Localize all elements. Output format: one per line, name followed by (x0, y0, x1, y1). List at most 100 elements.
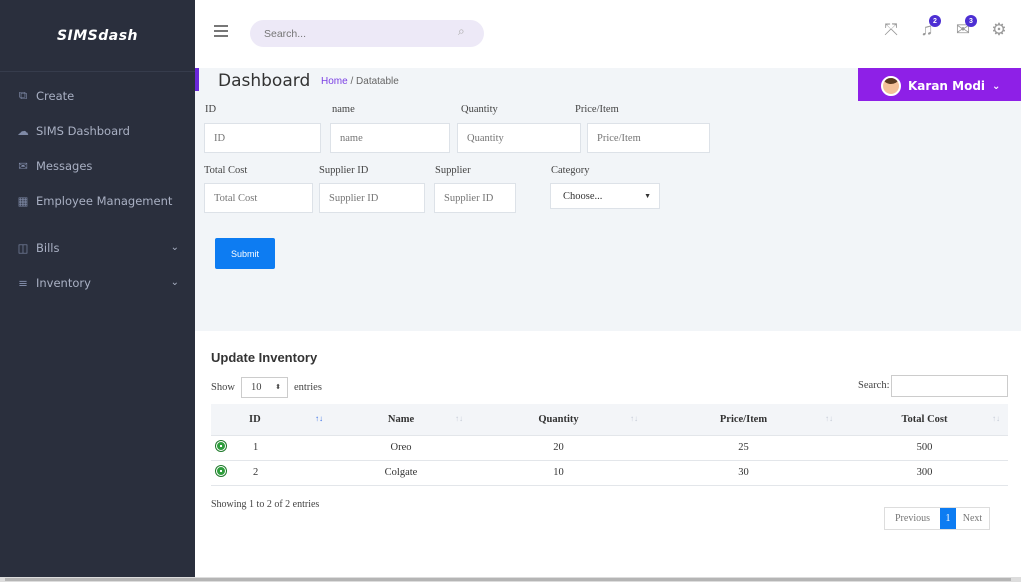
user-name: Karan Modi (908, 79, 986, 93)
sort-icon: ↑↓ (630, 414, 638, 423)
entries-length: Show 10 ⬍ entries (211, 377, 322, 398)
sort-icon: ↑↓ (992, 414, 1000, 423)
column-header-label: ID (249, 413, 261, 425)
submit-button[interactable]: Submit (215, 238, 275, 269)
user-menu[interactable]: Karan Modi ⌄ (858, 68, 1021, 104)
breadcrumb-home[interactable]: Home (321, 76, 348, 87)
entries-value: 10 (250, 382, 262, 393)
updown-arrow-icon: ⬍ (275, 383, 281, 391)
column-header-price[interactable]: Price/Item ↑↓ (646, 404, 841, 435)
table-info: Showing 1 to 2 of 2 entries (211, 499, 320, 510)
sidebar-item-inventory[interactable]: ≡ Inventory ⌄ (0, 265, 195, 300)
total-cost-label: Total Cost (204, 165, 248, 176)
search-icon[interactable]: ⌕ (458, 24, 465, 39)
column-header-name[interactable]: Name ↑↓ (331, 404, 471, 435)
chevron-down-icon: ⌄ (992, 80, 1001, 92)
top-header: ⌕ ⤧ ♫ 2 ✉ 3 ⚙ (195, 0, 1021, 68)
price-label: Price/Item (575, 104, 619, 115)
sidebar-item-label: Bills (36, 240, 60, 255)
table-header-row: ID ↑↓ Name ↑↓ Quantity ↑↓ Price/Item ↑↓ … (211, 404, 1008, 435)
avatar (881, 76, 901, 96)
mail-icon[interactable]: ✉ 3 (953, 15, 977, 41)
column-header-total-cost[interactable]: Total Cost ↑↓ (841, 404, 1008, 435)
cell-name: Oreo (331, 434, 471, 460)
sidebar-item-sims-dashboard[interactable]: ☁ SIMS Dashboard (0, 113, 195, 148)
brand-logo[interactable]: SIMSdash (0, 0, 195, 72)
sort-asc-icon: ↑↓ (315, 414, 323, 423)
pagination: Previous 1 Next (884, 507, 990, 530)
cell-quantity: 10 (471, 459, 646, 486)
price-field[interactable] (587, 123, 710, 153)
columns-icon: ◫ (17, 240, 29, 255)
column-header-id[interactable]: ID ↑↓ (231, 404, 331, 435)
previous-page-button[interactable]: Previous (885, 508, 940, 529)
table-row: 2 Colgate 10 30 300 (211, 459, 1008, 486)
quantity-label: Quantity (461, 104, 498, 115)
hamburger-menu-icon[interactable] (214, 25, 228, 37)
quantity-field[interactable] (457, 123, 581, 153)
table-search-input[interactable] (891, 375, 1008, 397)
category-select[interactable]: Choose... ▼ (550, 183, 660, 209)
total-cost-field[interactable] (204, 183, 313, 213)
supplier-id-label: Supplier ID (319, 165, 369, 176)
column-header-label: Name (387, 413, 415, 425)
sort-icon: ↑↓ (825, 414, 833, 423)
sidebar-item-bills[interactable]: ◫ Bills ⌄ (0, 230, 195, 265)
supplier-label: Supplier (435, 165, 471, 176)
chevron-down-icon: ⌄ (170, 242, 179, 253)
expand-cell[interactable] (211, 459, 231, 486)
sidebar-item-label: Inventory (36, 275, 91, 290)
list-icon: ≡ (18, 275, 28, 290)
name-label: name (332, 104, 355, 115)
cell-price: 25 (646, 434, 841, 460)
category-label: Category (551, 165, 590, 176)
page-1-button[interactable]: 1 (940, 508, 956, 529)
show-label: Show (211, 382, 235, 393)
envelope-icon: ✉ (18, 158, 28, 173)
sidebar-item-employee-management[interactable]: ▦ Employee Management (0, 183, 195, 218)
entries-select[interactable]: 10 ⬍ (240, 377, 288, 398)
dropdown-arrow-icon: ▼ (644, 192, 651, 200)
breadcrumb-separator: / (350, 76, 354, 87)
sidebar-item-label: Messages (36, 158, 93, 173)
fullscreen-icon[interactable]: ⤧ (881, 19, 901, 41)
column-header-quantity[interactable]: Quantity ↑↓ (471, 404, 646, 435)
name-field[interactable] (330, 123, 450, 153)
search-input[interactable] (250, 20, 484, 47)
grid-icon: ▦ (17, 193, 29, 208)
id-label: ID (205, 104, 217, 115)
scrollbar-thumb[interactable] (5, 578, 1011, 581)
sidebar: SIMSdash ⧉ Create ☁ SIMS Dashboard ✉ Mes… (0, 0, 195, 577)
bell-icon[interactable]: ♫ 2 (917, 15, 941, 41)
cell-id: 1 (231, 434, 331, 460)
supplier-id-field[interactable] (319, 183, 425, 213)
sidebar-item-label: Employee Management (36, 193, 173, 208)
breadcrumb: Home / Datatable (321, 76, 399, 87)
table-search-label: Search: (858, 380, 890, 391)
table-title: Update Inventory (211, 350, 318, 365)
cell-quantity: 20 (471, 434, 646, 460)
supplier-field[interactable] (434, 183, 516, 213)
category-selected-value: Choose... (563, 190, 603, 202)
cell-price: 30 (646, 459, 841, 486)
page-header: Dashboard Home / Datatable Karan Modi ⌄ (195, 68, 1021, 104)
expand-row-icon[interactable] (216, 466, 226, 476)
column-header-label: Quantity (538, 413, 579, 425)
horizontal-scrollbar[interactable] (0, 577, 1021, 582)
id-field[interactable] (204, 123, 321, 153)
gear-icon[interactable]: ⚙ (989, 19, 1009, 41)
column-header-label: Price/Item (719, 413, 768, 425)
cell-total-cost: 500 (841, 434, 1008, 460)
sidebar-item-messages[interactable]: ✉ Messages (0, 148, 195, 183)
expand-column-header (211, 404, 231, 435)
sidebar-item-create[interactable]: ⧉ Create (0, 78, 195, 113)
sidebar-nav: ⧉ Create ☁ SIMS Dashboard ✉ Messages ▦ E… (0, 72, 195, 300)
header-icons: ⤧ ♫ 2 ✉ 3 ⚙ (881, 15, 1009, 41)
title-accent-bar (195, 68, 199, 91)
expand-row-icon[interactable] (216, 441, 226, 451)
inventory-form: ID name Quantity Price/Item Total Cost S… (195, 101, 1021, 331)
next-page-button[interactable]: Next (956, 508, 989, 529)
cloud-icon: ☁ (17, 123, 29, 138)
expand-cell[interactable] (211, 434, 231, 460)
sidebar-item-label: SIMS Dashboard (36, 123, 130, 138)
